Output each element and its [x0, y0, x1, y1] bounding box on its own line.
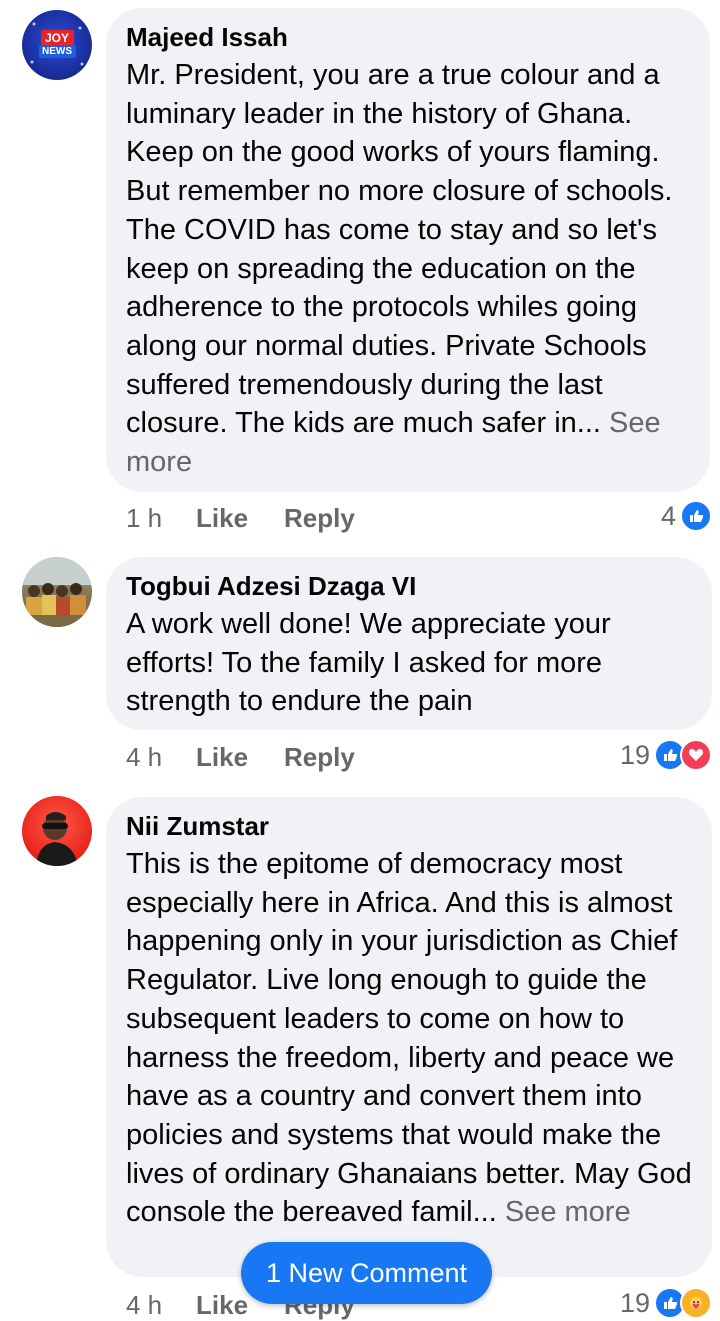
logo-text-news: NEWS	[42, 46, 72, 57]
comment-text: This is the epitome of democracy most es…	[126, 845, 692, 1232]
comment-bubble[interactable]: Majeed Issah Mr. President, you are a tr…	[106, 8, 710, 492]
care-reaction-icon	[680, 1287, 712, 1319]
reply-button[interactable]: Reply	[284, 503, 355, 534]
comment-time[interactable]: 1 h	[126, 503, 196, 534]
comment-time[interactable]: 4 h	[126, 742, 196, 773]
comment-body: This is the epitome of democracy most es…	[126, 848, 692, 1229]
reaction-summary[interactable]: 19	[620, 1287, 712, 1319]
love-reaction-icon	[680, 739, 712, 771]
like-reaction-icon	[680, 500, 712, 532]
reaction-count: 4	[660, 500, 676, 531]
new-comment-button[interactable]: 1 New Comment	[241, 1242, 492, 1304]
logo-text-joy: JOY	[44, 31, 69, 45]
like-button[interactable]: Like	[196, 503, 284, 534]
reaction-summary[interactable]: 19	[620, 739, 712, 771]
person-photo	[36, 812, 78, 866]
reply-button[interactable]: Reply	[284, 742, 355, 773]
comment-author[interactable]: Togbui Adzesi Dzaga VI	[126, 569, 692, 603]
reaction-summary[interactable]: 4	[661, 500, 712, 532]
comment-bubble[interactable]: Nii Zumstar This is the epitome of democ…	[106, 797, 712, 1277]
crowd-photo	[22, 557, 92, 627]
comment-author[interactable]: Nii Zumstar	[126, 809, 692, 843]
avatar[interactable]	[22, 557, 92, 627]
reaction-count: 19	[619, 1287, 650, 1318]
comment-actions: 1 h Like Reply	[126, 503, 355, 534]
comment-body: Mr. President, you are a true colour and…	[126, 59, 673, 440]
see-more-link[interactable]: See more	[505, 1196, 631, 1228]
comment-text: Mr. President, you are a true colour and…	[126, 56, 690, 482]
like-button[interactable]: Like	[196, 742, 284, 773]
comment-author[interactable]: Majeed Issah	[126, 20, 690, 54]
reaction-count: 19	[619, 739, 650, 770]
avatar[interactable]: JOY NEWS	[22, 10, 92, 80]
joy-news-logo	[30, 22, 84, 66]
comment-bubble[interactable]: Togbui Adzesi Dzaga VI A work well done!…	[106, 557, 712, 730]
comment-time[interactable]: 4 h	[126, 1290, 196, 1321]
comment-text: A work well done! We appreciate your eff…	[126, 608, 611, 718]
avatar[interactable]	[22, 796, 92, 866]
comment-actions: 4 h Like Reply	[126, 742, 355, 773]
